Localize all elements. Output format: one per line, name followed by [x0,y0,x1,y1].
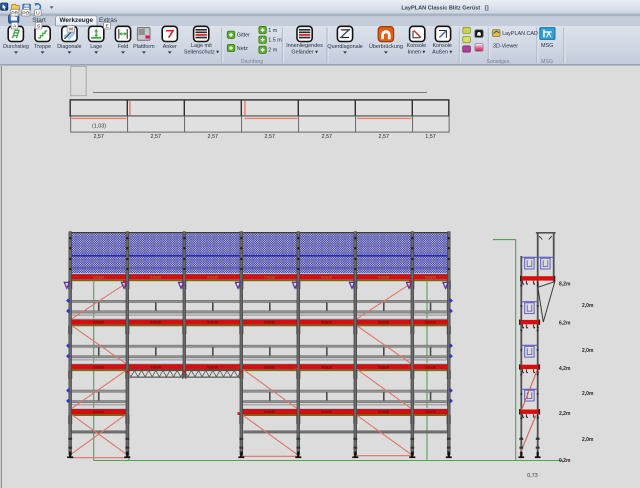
svg-text:Innenliegendes: Innenliegendes [286,43,323,49]
svg-text:LayPLAN CAD: LayPLAN CAD [502,31,538,37]
svg-text:5x5a3K: 5x5a3K [378,365,390,369]
svg-text:Sonstiges: Sonstiges [487,59,510,65]
svg-text:1,57: 1,57 [425,134,436,140]
svg-text:5x5a3K: 5x5a3K [378,321,390,325]
svg-text:2,0m: 2,0m [582,303,594,309]
svg-text:5x5a3K: 5x5a3K [207,365,219,369]
svg-text:(1,03): (1,03) [92,124,106,130]
svg-text:MSG: MSG [541,43,553,49]
svg-text:5x5a3K: 5x5a3K [378,410,390,414]
svg-text:0,73: 0,73 [527,473,538,479]
svg-text:5x5a3K: 5x5a3K [150,275,162,279]
svg-text:2,0m: 2,0m [582,437,594,443]
svg-text:2,0m: 2,0m [582,348,594,354]
svg-text:5x5a3K: 5x5a3K [425,275,437,279]
svg-text:Konsole: Konsole [432,43,451,49]
svg-text:5x5a3K: 5x5a3K [93,365,105,369]
svg-text:MSG: MSG [541,59,553,65]
svg-text:U: U [36,11,40,17]
svg-text:1 m: 1 m [268,28,277,34]
svg-text:Innen ▾: Innen ▾ [408,50,426,56]
svg-text:Feld: Feld [118,44,129,50]
svg-text:Geländer ▾: Geländer ▾ [291,50,318,56]
svg-text:5x5a3K: 5x5a3K [264,410,276,414]
svg-text:5x5a3K: 5x5a3K [321,410,333,414]
svg-text:Außen ▾: Außen ▾ [432,50,452,56]
svg-text:2,57: 2,57 [93,134,104,140]
svg-text:5x5a3K: 5x5a3K [321,321,333,325]
svg-text:Anker: Anker [163,44,177,50]
svg-text:3D-Viewer: 3D-Viewer [493,43,518,49]
svg-text:5x5a3K: 5x5a3K [321,275,333,279]
svg-text:5x5a3K: 5x5a3K [207,275,219,279]
svg-text:Überbrückung: Überbrückung [369,43,403,50]
svg-text:PR: PR [11,11,18,17]
svg-text:8,2m: 8,2m [559,282,571,288]
svg-text:1.5 m: 1.5 m [268,38,282,44]
svg-text:2,57: 2,57 [265,134,276,140]
svg-text:2 m: 2 m [268,48,277,54]
svg-text:Konsole: Konsole [407,43,426,49]
svg-text:5x5a3K: 5x5a3K [321,365,333,369]
svg-text:5x5a3K: 5x5a3K [425,321,437,325]
svg-text:Seitenschutz ▾: Seitenschutz ▾ [184,50,219,56]
svg-text:5x5a3K: 5x5a3K [207,321,219,325]
svg-text:Netz: Netz [237,46,248,52]
svg-text:4,2m: 4,2m [559,366,571,372]
svg-text:5x5a3K: 5x5a3K [93,410,105,414]
svg-text:5x5a3K: 5x5a3K [264,365,276,369]
svg-text:6,2m: 6,2m [559,320,571,326]
svg-text:2,57: 2,57 [151,134,162,140]
svg-text:5x5a3K: 5x5a3K [378,275,390,279]
svg-text:Querdiagonale: Querdiagonale [327,44,362,50]
svg-text:5x5a3K: 5x5a3K [264,275,276,279]
svg-text:W: W [69,27,74,33]
svg-text:Diagonale: Diagonale [57,44,81,50]
svg-text:5x5a3K: 5x5a3K [425,410,437,414]
svg-text:5x5a3K: 5x5a3K [93,275,105,279]
svg-text:5x5a3K: 5x5a3K [264,321,276,325]
svg-text:Lage: Lage [90,44,102,50]
svg-text:5x5a3K: 5x5a3K [425,365,437,369]
svg-text:Durchstieg: Durchstieg [3,44,29,50]
svg-text:5x5a3K: 5x5a3K [150,321,162,325]
svg-text:5x5a3K: 5x5a3K [93,321,105,325]
svg-text:2,57: 2,57 [208,134,219,140]
svg-text:2,2m: 2,2m [559,411,571,417]
svg-text:Plattform: Plattform [133,44,155,50]
svg-text:Gitter: Gitter [237,33,250,39]
svg-text:LayPLAN Classic Blitz Gerüst: LayPLAN Classic Blitz Gerüst [] [401,6,488,12]
svg-text:Treppe: Treppe [34,44,51,50]
svg-text:2,57: 2,57 [379,134,390,140]
svg-text:PO: PO [22,11,29,17]
svg-text:2,57: 2,57 [322,134,333,140]
svg-text:Werkzeuge: Werkzeuge [59,17,93,24]
svg-text:2,0m: 2,0m [582,391,594,397]
svg-text:Lage mit: Lage mit [191,43,212,49]
svg-text:Dachfang: Dachfang [241,59,263,65]
svg-text:5x5a3K: 5x5a3K [150,365,162,369]
svg-text:0,2m: 0,2m [559,458,571,464]
